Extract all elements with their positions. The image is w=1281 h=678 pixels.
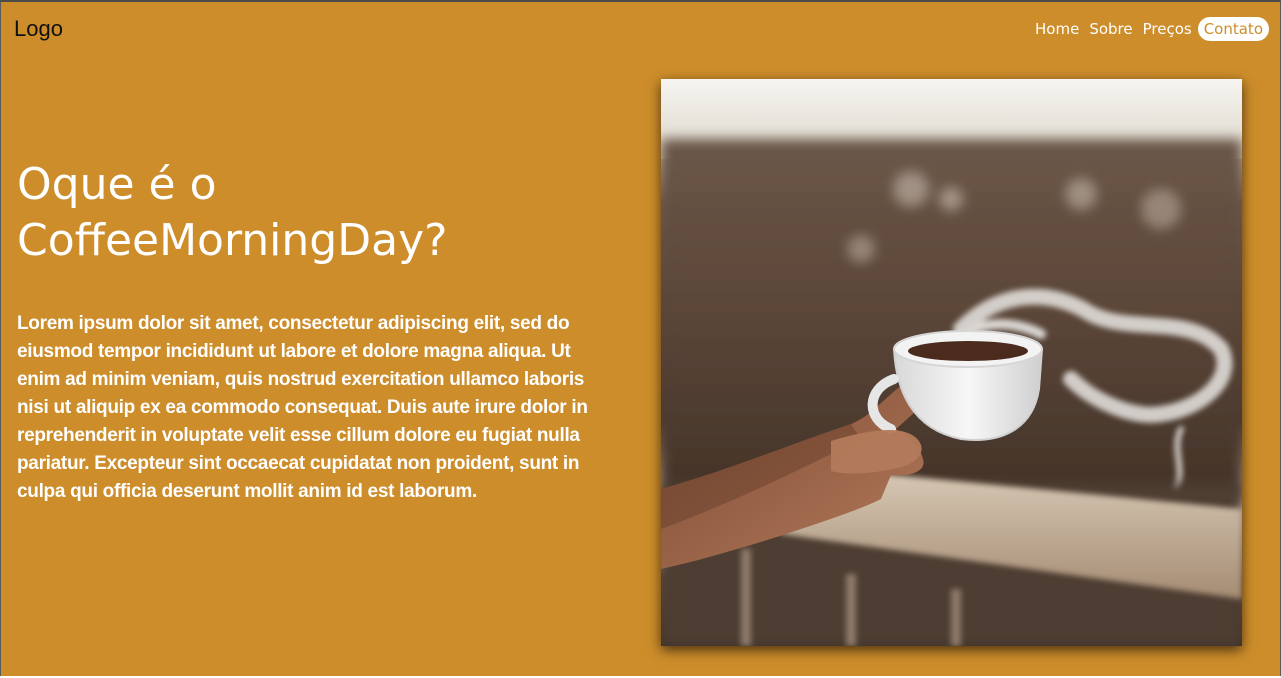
hero-text: Lorem ipsum dolor sit amet, consectetur … (17, 313, 588, 502)
nav-sobre[interactable]: Sobre (1085, 16, 1136, 42)
nav-home[interactable]: Home (1031, 16, 1083, 42)
coffee-cup-hand-image (661, 79, 1242, 646)
hero-title: Oque é o CoffeeMorningDay? (17, 159, 448, 266)
page: Logo Home Sobre Preços Contato Oque é o … (0, 0, 1281, 676)
nav-contato[interactable]: Contato (1197, 17, 1269, 41)
coffee-photo (661, 79, 1242, 646)
main-nav: Home Sobre Preços Contato (1029, 16, 1269, 42)
logo[interactable]: Logo (14, 16, 63, 42)
nav-precos[interactable]: Preços (1139, 16, 1196, 42)
